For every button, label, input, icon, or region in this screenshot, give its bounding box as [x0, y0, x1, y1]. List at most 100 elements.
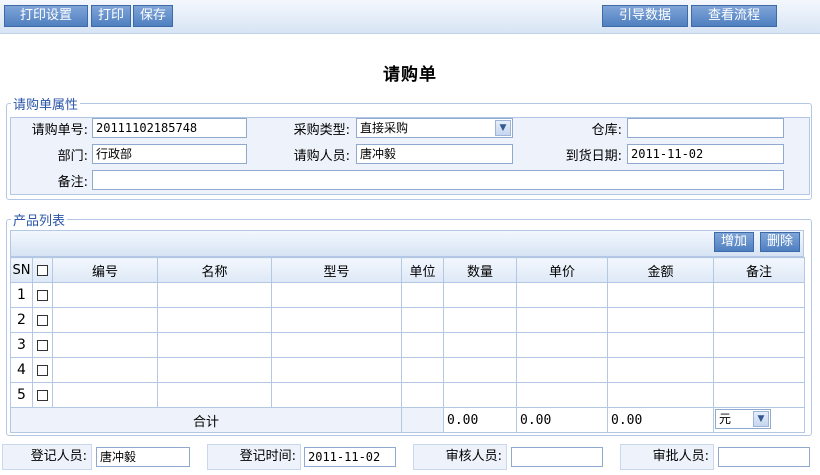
- cell-unit[interactable]: [401, 282, 444, 308]
- cell-unit-price[interactable]: [516, 332, 608, 358]
- select-all-checkbox[interactable]: [37, 264, 48, 276]
- cell-model[interactable]: [271, 357, 402, 383]
- purchase-type-value: 直接采购: [360, 121, 409, 135]
- cell-unit-price[interactable]: [516, 357, 608, 383]
- cell-unit-price[interactable]: [516, 282, 608, 308]
- col-select-all[interactable]: [32, 257, 53, 283]
- approver-label: 审批人员:: [620, 444, 714, 470]
- cell-remarks[interactable]: [713, 282, 805, 308]
- order-no-label: 请购单号:: [31, 123, 88, 138]
- row-checkbox[interactable]: [37, 364, 48, 376]
- cell-code[interactable]: [52, 357, 158, 383]
- approver-field[interactable]: [718, 447, 810, 467]
- cell-amount[interactable]: [607, 382, 714, 408]
- cell-model[interactable]: [271, 307, 402, 333]
- cell-code[interactable]: [52, 332, 158, 358]
- arrival-date-label: 到货日期:: [565, 149, 622, 164]
- total-quantity: 0.00: [443, 407, 517, 433]
- reviewer-label: 审核人员:: [413, 444, 507, 470]
- total-row: 合计 0.00 0.00 0.00 元 ▼: [10, 407, 805, 433]
- row-checkbox[interactable]: [37, 289, 48, 301]
- attributes-legend: 请购单属性: [13, 98, 79, 113]
- cell-quantity[interactable]: [443, 282, 517, 308]
- reviewer-field[interactable]: [511, 447, 603, 467]
- print-settings-button[interactable]: 打印设置: [4, 5, 88, 27]
- cell-quantity[interactable]: [443, 382, 517, 408]
- cell-unit[interactable]: [401, 307, 444, 333]
- cell-remarks[interactable]: [713, 357, 805, 383]
- cell-quantity[interactable]: [443, 357, 517, 383]
- row-sn: 1: [10, 282, 33, 308]
- cell-name[interactable]: [157, 282, 272, 308]
- cell-model[interactable]: [271, 382, 402, 408]
- row-checkbox[interactable]: [37, 389, 48, 401]
- row-sn: 4: [10, 357, 33, 383]
- order-no-field[interactable]: 20111102185748: [92, 118, 247, 138]
- cell-unit-price[interactable]: [516, 307, 608, 333]
- col-unit-price: 单价: [516, 257, 608, 283]
- cell-unit[interactable]: [401, 357, 444, 383]
- cell-quantity[interactable]: [443, 307, 517, 333]
- view-flow-button[interactable]: 查看流程: [691, 5, 777, 27]
- cell-amount[interactable]: [607, 282, 714, 308]
- cell-name[interactable]: [157, 332, 272, 358]
- row-sn: 5: [10, 382, 33, 408]
- cell-remarks[interactable]: [713, 307, 805, 333]
- requester-label: 请购人员:: [293, 149, 350, 164]
- cell-unit-price[interactable]: [516, 382, 608, 408]
- print-button[interactable]: 打印: [91, 5, 131, 27]
- add-row-button[interactable]: 增加: [714, 232, 754, 252]
- arrival-date-field[interactable]: 2011-11-02: [627, 144, 784, 164]
- requester-field[interactable]: 唐冲毅: [356, 144, 513, 164]
- remarks-field[interactable]: [92, 170, 784, 190]
- cell-name[interactable]: [157, 307, 272, 333]
- table-row: 1: [10, 282, 805, 308]
- chevron-down-icon[interactable]: ▼: [753, 411, 769, 427]
- cell-model[interactable]: [271, 332, 402, 358]
- cell-remarks[interactable]: [713, 382, 805, 408]
- cell-amount[interactable]: [607, 332, 714, 358]
- row-checkbox[interactable]: [37, 339, 48, 351]
- currency-select[interactable]: 元 ▼: [715, 409, 771, 429]
- purchase-type-label: 采购类型:: [293, 123, 350, 138]
- save-button[interactable]: 保存: [133, 5, 173, 27]
- col-quantity: 数量: [443, 257, 517, 283]
- row-checkbox[interactable]: [37, 314, 48, 326]
- total-amount: 0.00: [607, 407, 714, 433]
- products-table: SN 编号 名称 型号 单位 数量 单价 金额 备注 1 2 3 4 5 合计 …: [10, 257, 805, 433]
- cell-model[interactable]: [271, 282, 402, 308]
- col-model: 型号: [271, 257, 402, 283]
- warehouse-field[interactable]: [627, 118, 784, 138]
- cell-unit[interactable]: [401, 382, 444, 408]
- col-sn: SN: [10, 257, 33, 283]
- table-row: 5: [10, 382, 805, 408]
- table-row: 2: [10, 307, 805, 333]
- col-amount: 金额: [607, 257, 714, 283]
- department-field[interactable]: 行政部: [92, 144, 247, 164]
- currency-value: 元: [719, 412, 732, 426]
- register-time-label: 登记时间:: [207, 444, 301, 470]
- cell-quantity[interactable]: [443, 332, 517, 358]
- cell-name[interactable]: [157, 382, 272, 408]
- purchase-type-select[interactable]: 直接采购 ▼: [356, 118, 513, 138]
- chevron-down-icon[interactable]: ▼: [495, 120, 511, 136]
- cell-amount[interactable]: [607, 307, 714, 333]
- products-legend: 产品列表: [13, 214, 66, 229]
- register-time-field[interactable]: 2011-11-02: [304, 447, 396, 467]
- total-label: 合计: [10, 407, 402, 433]
- cell-name[interactable]: [157, 357, 272, 383]
- cell-remarks[interactable]: [713, 332, 805, 358]
- import-data-button[interactable]: 引导数据: [602, 5, 688, 27]
- cell-unit[interactable]: [401, 332, 444, 358]
- cell-code[interactable]: [52, 382, 158, 408]
- cell-amount[interactable]: [607, 357, 714, 383]
- col-remarks: 备注: [713, 257, 805, 283]
- cell-code[interactable]: [52, 282, 158, 308]
- department-label: 部门:: [57, 149, 88, 164]
- col-unit: 单位: [401, 257, 444, 283]
- registrar-field[interactable]: 唐冲毅: [96, 447, 190, 467]
- delete-row-button[interactable]: 删除: [760, 232, 800, 252]
- registrar-label: 登记人员:: [2, 444, 92, 470]
- cell-code[interactable]: [52, 307, 158, 333]
- row-sn: 3: [10, 332, 33, 358]
